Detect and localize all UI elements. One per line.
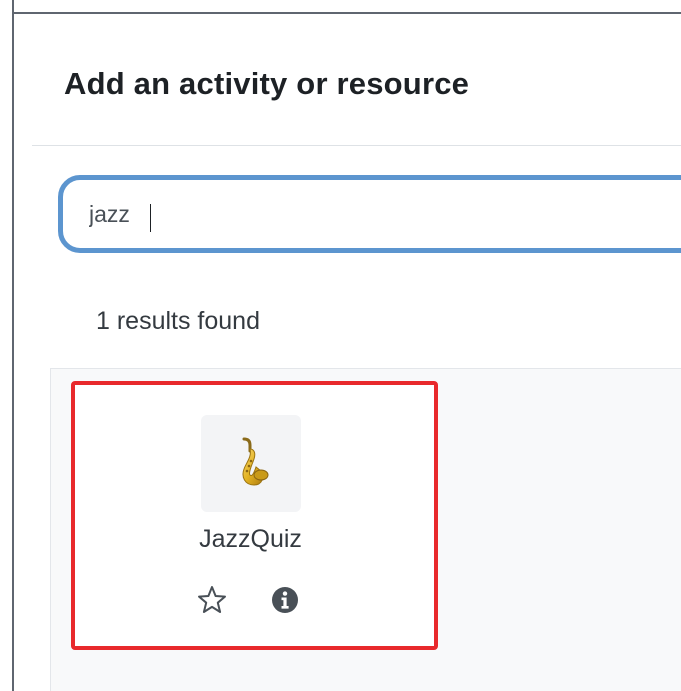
- text-caret: [150, 204, 151, 232]
- header-divider: [32, 145, 681, 146]
- info-icon[interactable]: [271, 586, 299, 614]
- activity-icon-container[interactable]: [201, 415, 301, 512]
- star-icon[interactable]: [196, 584, 228, 616]
- activity-card-jazzquiz[interactable]: JazzQuiz: [71, 381, 438, 650]
- search-input[interactable]: [58, 175, 681, 253]
- activity-name[interactable]: JazzQuiz: [75, 525, 426, 554]
- window-edge-top: [0, 0, 681, 14]
- results-count: 1 results found: [96, 307, 260, 335]
- page: Add an activity or resource 1 results fo…: [0, 0, 681, 691]
- saxophone-icon: [242, 437, 269, 486]
- modal-title: Add an activity or resource: [64, 66, 470, 101]
- window-edge-left: [0, 0, 14, 691]
